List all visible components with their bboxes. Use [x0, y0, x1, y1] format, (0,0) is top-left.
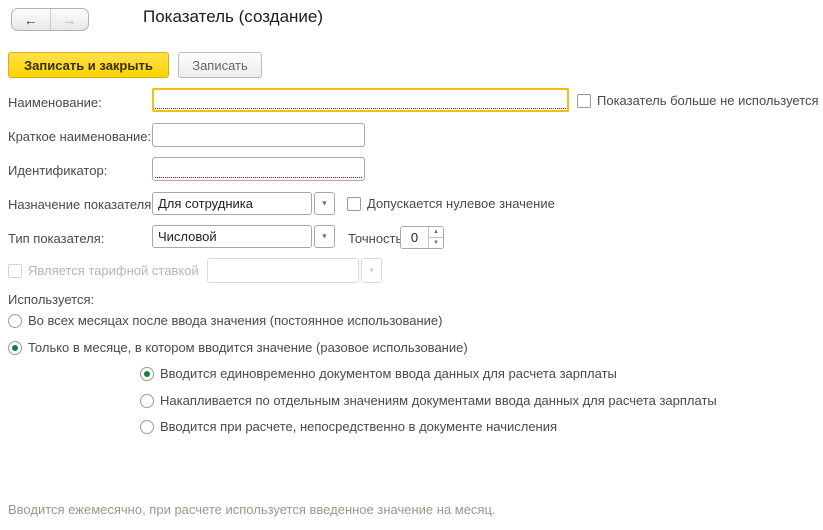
usage-radio-accumulated-values[interactable] [140, 394, 154, 408]
usage-radio-single-entry-document[interactable] [140, 367, 154, 381]
usage-group-label: Используется: [8, 292, 94, 307]
tariff-checkbox-row: Является тарифной ставкой [8, 263, 199, 278]
usage-radio-label: Вводится единовременно документом ввода … [160, 366, 617, 381]
precision-label: Точность: [348, 231, 406, 246]
purpose-dropdown-button[interactable]: ▼ [314, 192, 335, 215]
identifier-input[interactable] [152, 157, 365, 181]
short-name-field-wrap [152, 123, 365, 147]
usage-radio-label: Только в месяце, в котором вводится знач… [28, 340, 468, 355]
tariff-checkbox-label: Является тарифной ставкой [28, 263, 199, 278]
back-button[interactable]: ← [12, 9, 50, 30]
spin-down-button[interactable]: ▼ [429, 238, 443, 248]
zero-allowed-checkbox-row: Допускается нулевое значение [347, 196, 555, 211]
precision-spin-buttons: ▲ ▼ [428, 227, 443, 248]
save-and-close-button[interactable]: Записать и закрыть [8, 52, 169, 78]
forward-arrow-icon: → [62, 13, 76, 27]
usage-sub-option-row: Вводится при расчете, непосредственно в … [140, 419, 557, 434]
chevron-down-icon: ▼ [321, 233, 328, 240]
spin-up-icon: ▲ [433, 229, 439, 235]
purpose-label: Назначение показателя: [8, 197, 155, 212]
back-arrow-icon: ← [24, 13, 38, 27]
usage-option-row: Во всех месяцах после ввода значения (по… [8, 313, 442, 328]
type-combobox: ▼ [152, 225, 335, 248]
type-label: Тип показателя: [8, 231, 104, 246]
not-used-checkbox[interactable] [577, 94, 591, 108]
forward-button[interactable]: → [50, 9, 89, 30]
precision-input[interactable] [401, 227, 428, 248]
tariff-checkbox [8, 264, 22, 278]
spin-down-icon: ▼ [433, 240, 439, 246]
precision-spinner: ▲ ▼ [400, 226, 444, 249]
usage-sub-option-row: Вводится единовременно документом ввода … [140, 366, 617, 381]
usage-radio-entered-at-calculation[interactable] [140, 420, 154, 434]
usage-sub-option-row: Накапливается по отдельным значениям док… [140, 393, 717, 408]
usage-option-row: Только в месяце, в котором вводится знач… [8, 340, 468, 355]
tariff-combobox: ▼ [207, 258, 382, 283]
chevron-down-icon: ▼ [368, 267, 375, 274]
page-title: Показатель (создание) [143, 7, 323, 27]
usage-hint-text: Вводится ежемесячно, при расчете использ… [8, 502, 496, 517]
usage-radio-label: Во всех месяцах после ввода значения (по… [28, 313, 442, 328]
short-name-input[interactable] [152, 123, 365, 147]
save-button[interactable]: Записать [178, 52, 262, 78]
tariff-value-input [207, 258, 359, 283]
zero-allowed-checkbox-label: Допускается нулевое значение [367, 196, 555, 211]
chevron-down-icon: ▼ [321, 200, 328, 207]
spin-up-button[interactable]: ▲ [429, 227, 443, 238]
not-used-checkbox-label: Показатель больше не используется [597, 93, 819, 108]
identifier-label: Идентификатор: [8, 163, 107, 178]
identifier-field-wrap [152, 157, 365, 181]
usage-radio-entry-month-only[interactable] [8, 341, 22, 355]
short-name-label: Краткое наименование: [8, 129, 151, 144]
purpose-combobox: ▼ [152, 192, 335, 215]
tariff-dropdown-button: ▼ [361, 258, 382, 283]
name-input[interactable] [152, 88, 569, 112]
name-label: Наименование: [8, 95, 102, 110]
purpose-value-input[interactable] [152, 192, 312, 215]
usage-radio-label: Накапливается по отдельным значениям док… [160, 393, 717, 408]
not-used-checkbox-row: Показатель больше не используется [577, 93, 819, 108]
type-dropdown-button[interactable]: ▼ [314, 225, 335, 248]
name-field-wrap [152, 88, 569, 112]
nav-button-group: ← → [11, 8, 89, 31]
type-value-input[interactable] [152, 225, 312, 248]
usage-radio-label: Вводится при расчете, непосредственно в … [160, 419, 557, 434]
zero-allowed-checkbox[interactable] [347, 197, 361, 211]
usage-radio-all-months[interactable] [8, 314, 22, 328]
indicator-create-window: ← → Показатель (создание) Записать и зак… [0, 0, 823, 530]
